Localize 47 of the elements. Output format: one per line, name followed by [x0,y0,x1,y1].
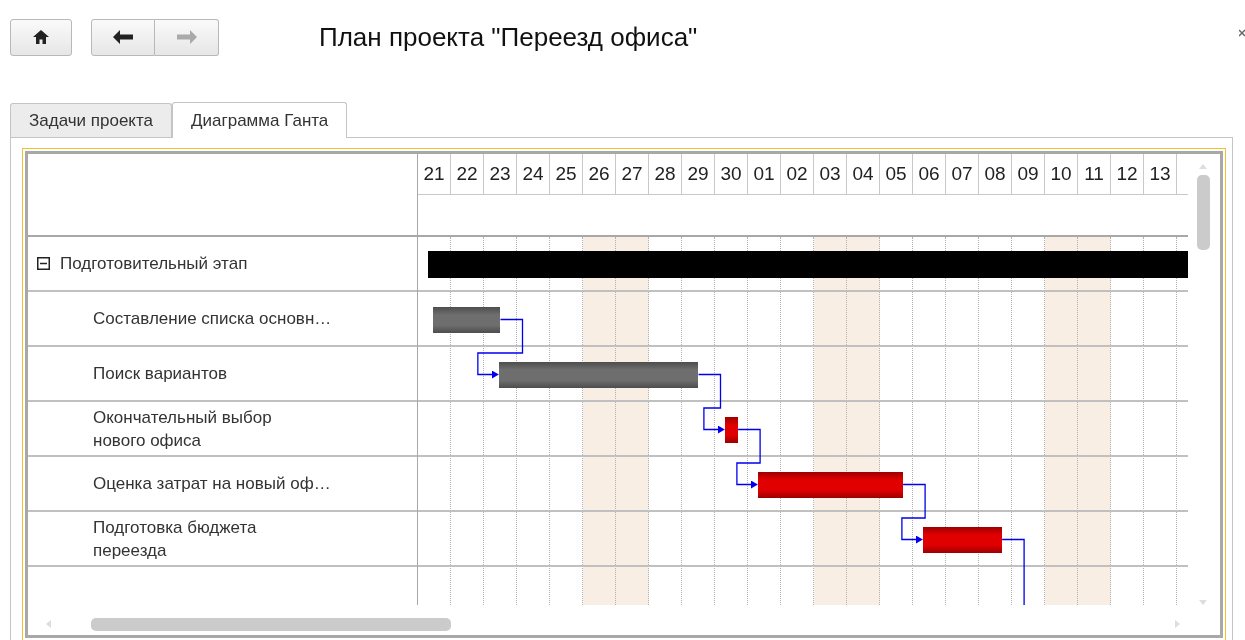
task-name: Составление списка основн… [93,308,332,330]
day-header: 06 [913,154,946,194]
close-icon[interactable] [1239,28,1245,38]
back-button[interactable] [91,18,155,56]
collapse-icon[interactable] [37,257,50,270]
tab[interactable]: Диаграмма Ганта [172,102,348,138]
day-header: 26 [583,154,616,194]
day-header: 07 [946,154,979,194]
home-icon [33,30,49,44]
day-header: 04 [847,154,880,194]
day-header: 10 [1045,154,1078,194]
day-header: 01 [748,154,781,194]
day-header: 23 [484,154,517,194]
tab[interactable]: Задачи проекта [10,103,173,137]
task-name: Поиск вариантов [93,363,227,385]
day-header: 11 [1078,154,1111,194]
task-bar[interactable] [432,306,501,333]
page-title: План проекта "Переезд офиса" [319,21,698,53]
summary-bar[interactable] [427,250,1188,278]
back-arrow-icon [113,30,133,44]
forward-arrow-icon [176,30,197,44]
day-header: 29 [682,154,715,194]
day-header: 02 [781,154,814,194]
day-header: 03 [814,154,847,194]
day-header: 27 [616,154,649,194]
day-header: 30 [715,154,748,194]
day-header: 09 [1012,154,1045,194]
scrollbar-thumb[interactable] [1196,175,1210,250]
day-header: 28 [649,154,682,194]
day-header: 25 [550,154,583,194]
day-header: 24 [517,154,550,194]
task-bar[interactable] [724,416,739,443]
home-button[interactable] [10,18,72,56]
day-header: 22 [451,154,484,194]
task-bar[interactable] [922,526,1003,553]
day-header: 05 [880,154,913,194]
task-bar[interactable] [757,471,904,498]
day-header: 21 [418,154,451,194]
day-header: 08 [979,154,1012,194]
task-bar[interactable] [498,361,699,388]
day-header: 13 [1144,154,1177,194]
task-name: Подготовка бюджета переезда [93,516,257,562]
task-name: Окончательный выбор нового офиса [93,406,272,452]
task-name: Оценка затрат на новый оф… [93,473,331,495]
scrollbar-thumb[interactable] [91,617,451,631]
task-name: Подготовительный этап [60,253,248,275]
day-header: 12 [1111,154,1144,194]
